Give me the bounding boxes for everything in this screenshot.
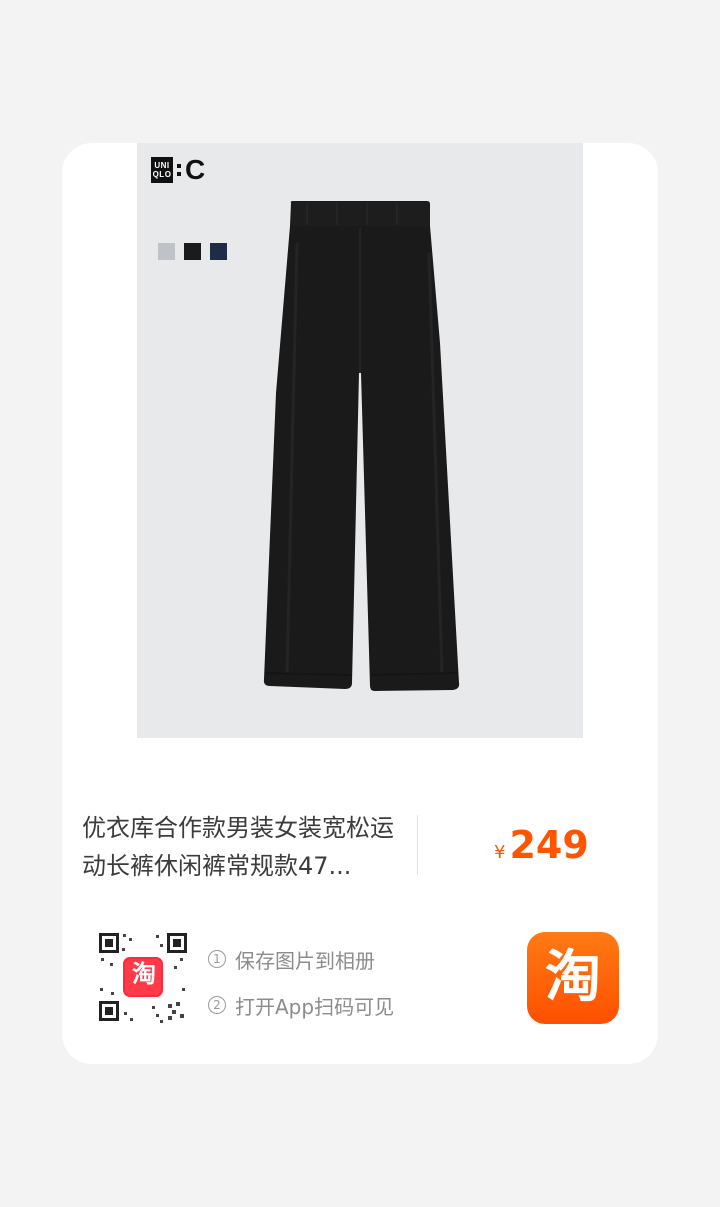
step-2-text: 打开App扫码可见 xyxy=(235,994,395,1019)
pants-illustration xyxy=(263,201,460,691)
step-number-1: 1 xyxy=(208,950,226,968)
vertical-divider xyxy=(417,815,418,875)
share-card: UNI QLO C 优衣库合作款男装女装宽松运动长裤休闲裤常规款47... ¥ … xyxy=(62,143,658,1064)
product-title[interactable]: 优衣库合作款男装女装宽松运动长裤休闲裤常规款47... xyxy=(82,809,410,885)
product-price: ¥ 249 xyxy=(494,823,589,867)
taobao-glyph: 淘 xyxy=(545,945,601,1010)
price-value: 249 xyxy=(509,823,589,867)
share-instructions: 1 保存图片到相册 2 打开App扫码可见 xyxy=(208,936,394,1028)
instruction-step-2: 2 打开App扫码可见 xyxy=(208,982,394,1028)
step-number-2: 2 xyxy=(208,996,226,1014)
qr-badge-glyph: 淘 xyxy=(132,960,156,988)
step-1-text: 保存图片到相册 xyxy=(235,948,375,973)
instruction-step-1: 1 保存图片到相册 xyxy=(208,936,394,982)
product-info-row: 优衣库合作款男装女装宽松运动长裤休闲裤常规款47... ¥ 249 xyxy=(82,809,638,885)
taobao-app-icon[interactable]: 淘 xyxy=(527,932,619,1024)
share-poster-page: UNI QLO C 优衣库合作款男装女装宽松运动长裤休闲裤常规款47... ¥ … xyxy=(0,0,720,1207)
product-image[interactable]: UNI QLO C xyxy=(137,143,583,738)
price-currency: ¥ xyxy=(494,842,506,863)
